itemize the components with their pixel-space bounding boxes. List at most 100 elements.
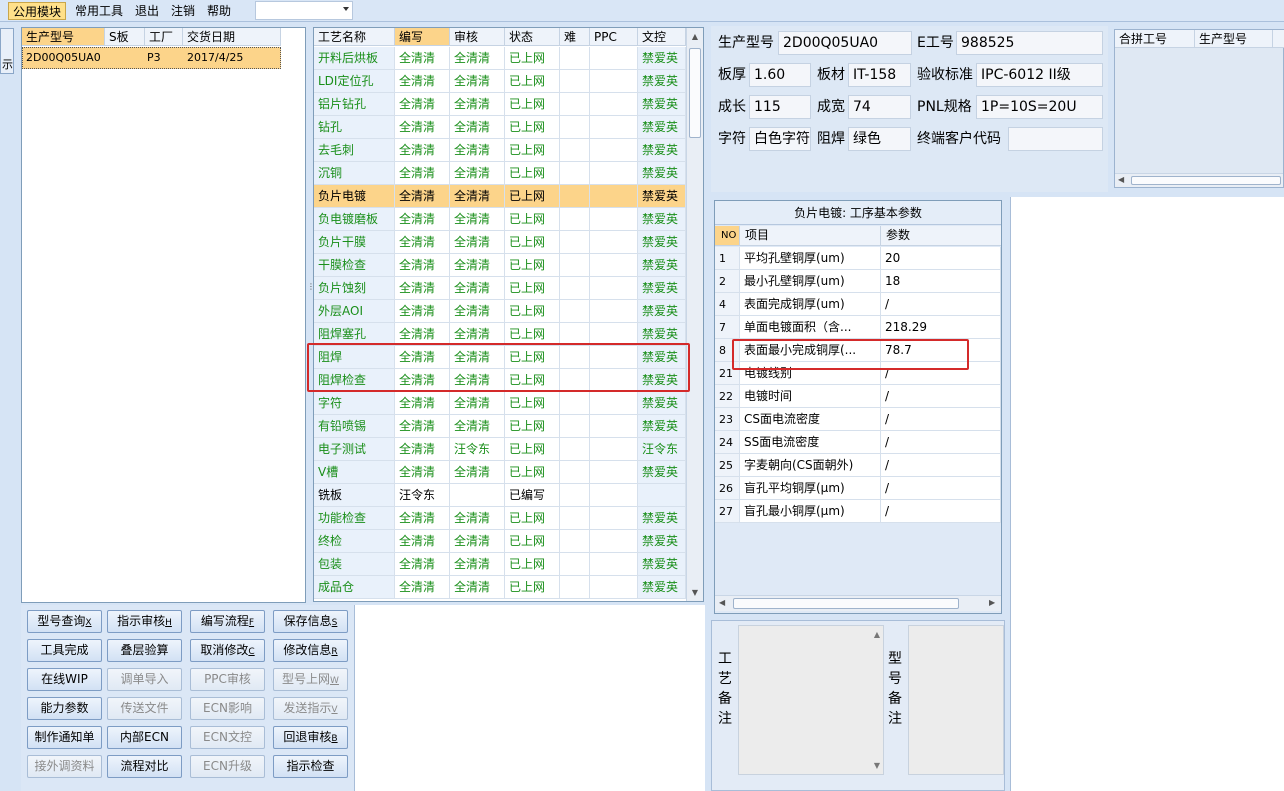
col-header-combined-no[interactable]: 合拼工号 [1115,30,1195,48]
menu-logout[interactable]: 注销 [167,2,199,20]
col-header-ppc[interactable]: PPC [590,28,638,46]
table-row[interactable]: 23 CS面电流密度 / [715,408,1001,431]
action-button[interactable]: ECN文控 [190,726,265,749]
table-row[interactable]: 1 平均孔壁铜厚(um) 20 [715,247,1001,270]
table-row[interactable]: 字符 全清清 全清清 已上网 禁爱英 [314,392,686,415]
action-button[interactable]: 传送文件 [107,697,182,720]
field-character[interactable]: 白色字符 [749,127,811,151]
table-row[interactable]: 7 单面电镀面积（含... 218.29 [715,316,1001,339]
scroll-thumb[interactable] [733,598,959,609]
table-row[interactable]: 21 电镀线别 / [715,362,1001,385]
action-button[interactable]: ECN升级 [190,755,265,778]
field-customer-code[interactable] [1008,127,1103,151]
field-material[interactable]: IT-158 [848,63,911,87]
table-row[interactable]: 27 盲孔最小铜厚(μm) / [715,500,1001,523]
table-row[interactable]: 功能检查 全清清 全清清 已上网 禁爱英 [314,507,686,530]
col-header-process-name[interactable]: 工艺名称 [314,28,395,46]
model-remarks-textarea[interactable] [908,625,1004,775]
action-button[interactable]: 工具完成 [27,639,102,662]
scroll-down-icon[interactable]: ▼ [687,584,703,601]
table-row[interactable]: 钻孔 全清清 全清清 已上网 禁爱英 [314,116,686,139]
action-button[interactable]: 指示审核H [107,610,182,633]
table-row[interactable]: 24 SS面电流密度 / [715,431,1001,454]
table-row[interactable]: 阻焊检查 全清清 全清清 已上网 禁爱英 [314,369,686,392]
table-row[interactable]: 有铅喷锡 全清清 全清清 已上网 禁爱英 [314,415,686,438]
menu-public-module[interactable]: 公用模块 [8,2,67,20]
scroll-up-icon[interactable]: ▲ [687,28,703,45]
scroll-up-icon[interactable]: ▲ [874,630,880,639]
menu-common-tools[interactable]: 常用工具 [71,2,127,20]
table-row[interactable]: 2 最小孔壁铜厚(um) 18 [715,270,1001,293]
table-row[interactable]: 电子测试 全清清 汪令东 已上网 汪令东 [314,438,686,461]
table-row[interactable]: 负电镀磨板 全清清 全清清 已上网 禁爱英 [314,208,686,231]
action-button[interactable]: PPC审核 [190,668,265,691]
col-header-date[interactable]: 交货日期 [183,28,281,46]
field-pnl[interactable]: 1P=10S=20U [976,95,1103,119]
action-button[interactable]: 修改信息R [273,639,348,662]
action-button[interactable]: 在线WIP [27,668,102,691]
col-header-item[interactable]: 项目 [740,226,881,245]
table-row[interactable]: 负片电镀 全清清 全清清 已上网 禁爱英 [314,185,686,208]
field-length[interactable]: 115 [749,95,811,119]
menu-help[interactable]: 帮助 [203,2,235,20]
col-header-combined-model[interactable]: 生产型号 [1195,30,1273,48]
table-row[interactable]: 25 字麦朝向(CS面朝外) / [715,454,1001,477]
action-button[interactable]: 型号上网W [273,668,348,691]
table-row[interactable]: 成品仓 全清清 全清清 已上网 禁爱英 [314,576,686,599]
params-hscrollbar[interactable]: ◀ ▶ [715,595,1001,611]
menu-combo-box[interactable] [255,1,353,20]
table-row[interactable]: 26 盲孔平均铜厚(μm) / [715,477,1001,500]
action-button[interactable]: 型号查询X [27,610,102,633]
action-button[interactable]: 保存信息S [273,610,348,633]
table-row[interactable]: 4 表面完成铜厚(um) / [715,293,1001,316]
action-button[interactable]: 回退审核B [273,726,348,749]
table-row[interactable]: 阻焊塞孔 全清清 全清清 已上网 禁爱英 [314,323,686,346]
action-button[interactable]: 取消修改C [190,639,265,662]
combined-hscrollbar[interactable]: ◀ [1115,173,1283,187]
col-header-param[interactable]: 参数 [881,226,1001,245]
action-button[interactable]: 能力参数 [27,697,102,720]
scroll-thumb[interactable] [689,48,701,138]
table-row[interactable]: 外层AOI 全清清 全清清 已上网 禁爱英 [314,300,686,323]
action-button[interactable]: 制作通知单 [27,726,102,749]
action-button[interactable]: 内部ECN [107,726,182,749]
table-row[interactable]: 沉铜 全清清 全清清 已上网 禁爱英 [314,162,686,185]
action-button[interactable]: ECN影响 [190,697,265,720]
col-header-review[interactable]: 审核 [450,28,505,46]
table-row[interactable]: 去毛刺 全清清 全清清 已上网 禁爱英 [314,139,686,162]
action-button[interactable]: 流程对比 [107,755,182,778]
table-row[interactable]: V槽 全清清 全清清 已上网 禁爱英 [314,461,686,484]
scroll-right-icon[interactable]: ▶ [989,598,995,607]
splitter-handle[interactable]: ⋮ [307,283,315,297]
scroll-left-icon[interactable]: ◀ [719,598,725,607]
col-header-model[interactable]: 生产型号 [22,28,105,46]
table-row[interactable]: 终检 全清清 全清清 已上网 禁爱英 [314,530,686,553]
scroll-down-icon[interactable]: ▼ [874,761,880,770]
table-row[interactable]: 铣板 汪令东 已编写 [314,484,686,507]
side-collapse-tab[interactable]: 示 [0,28,14,74]
table-row[interactable]: 开料后烘板 全清清 全清清 已上网 禁爱英 [314,47,686,70]
process-remarks-textarea[interactable]: ▲ ▼ [738,625,884,775]
action-button[interactable]: 调单导入 [107,668,182,691]
table-row[interactable]: LDI定位孔 全清清 全清清 已上网 禁爱英 [314,70,686,93]
process-grid-scrollbar[interactable]: ▲ ▼ [686,28,703,601]
field-model[interactable]: 2D00Q05UA0 [778,31,912,55]
field-solder-mask[interactable]: 绿色 [848,127,911,151]
col-header-factory[interactable]: 工厂 [145,28,183,46]
menu-exit[interactable]: 退出 [131,2,163,20]
scroll-thumb[interactable] [1131,176,1281,185]
action-button[interactable]: 叠层验算 [107,639,182,662]
table-row[interactable]: 8 表面最小完成铜厚(... 78.7 [715,339,1001,362]
action-button[interactable]: 指示检查 [273,755,348,778]
action-button[interactable]: 编写流程F [190,610,265,633]
table-row[interactable]: 负片蚀刻 全清清 全清清 已上网 禁爱英 [314,277,686,300]
action-button[interactable]: 接外调资料 [27,755,102,778]
field-thickness[interactable]: 1.60 [749,63,811,87]
table-row[interactable]: 负片干膜 全清清 全清清 已上网 禁爱英 [314,231,686,254]
col-header-doc-control[interactable]: 文控 [638,28,686,46]
field-standard[interactable]: IPC-6012 II级 [976,63,1103,87]
col-header-no[interactable]: NO [715,226,740,245]
table-row[interactable]: 22 电镀时间 / [715,385,1001,408]
col-header-status[interactable]: 状态 [505,28,560,46]
table-row[interactable]: 2D00Q05UA0 P3 2017/4/25 [22,47,281,69]
